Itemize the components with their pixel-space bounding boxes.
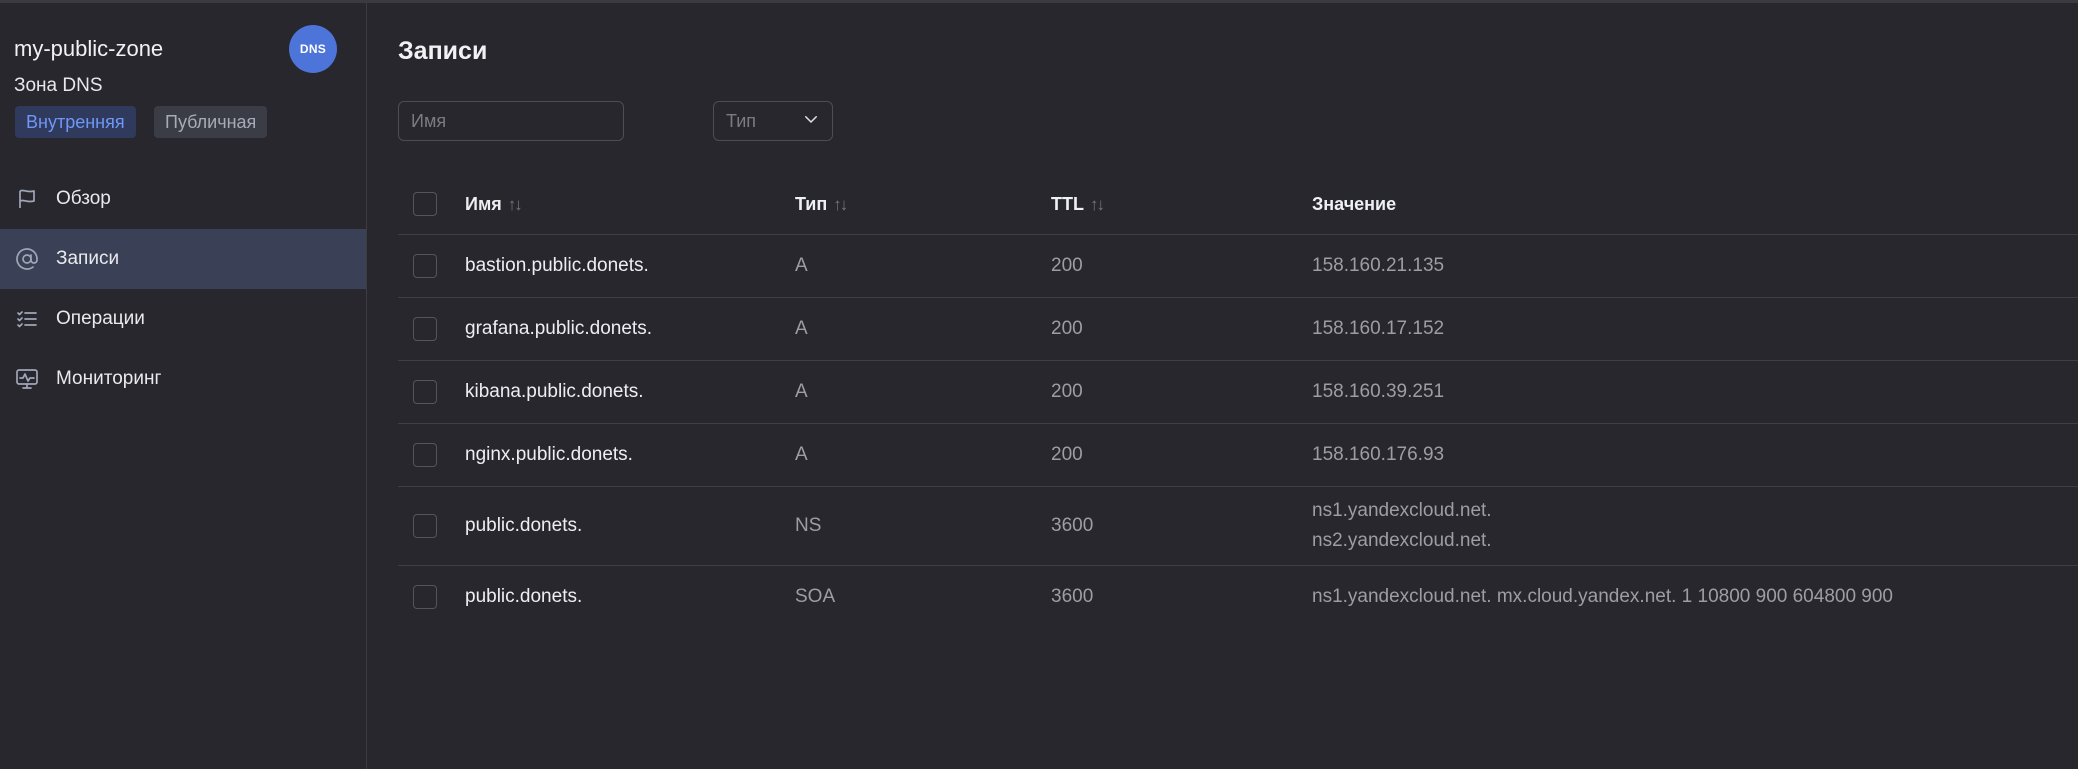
sort-icon: ↑↓ [833, 194, 848, 214]
name-filter-input[interactable] [398, 101, 624, 141]
column-header-name[interactable]: Имя ↑↓ [465, 194, 523, 215]
table-row[interactable]: nginx.public.donets. A 200 158.160.176.9… [398, 424, 2078, 487]
record-ttl: 3600 [1051, 586, 1094, 607]
sidebar-item-records[interactable]: Записи [0, 229, 366, 289]
zone-name: my-public-zone [14, 36, 164, 61]
flag-icon [14, 186, 40, 212]
checklist-icon [14, 306, 40, 332]
type-filter-select[interactable]: Тип [713, 101, 833, 141]
record-value-line: ns1.yandexcloud.net. [1312, 500, 1492, 521]
table-row[interactable]: kibana.public.donets. A 200 158.160.39.2… [398, 361, 2078, 424]
record-value: 158.160.39.251 [1312, 381, 1445, 402]
dns-badge-icon: DNS [289, 25, 337, 73]
record-name: bastion.public.donets. [465, 255, 649, 276]
sidebar-item-label: Мониторинг [56, 368, 162, 389]
record-name: grafana.public.donets. [465, 318, 652, 339]
select-all-checkbox[interactable] [413, 192, 437, 216]
record-type: A [795, 381, 808, 402]
row-checkbox[interactable] [413, 254, 437, 278]
row-checkbox[interactable] [413, 317, 437, 341]
record-value: ns1.yandexcloud.net. mx.cloud.yandex.net… [1312, 586, 1893, 607]
row-checkbox[interactable] [413, 443, 437, 467]
column-header-value: Значение [1312, 194, 1397, 214]
tag-public: Публичная [154, 106, 268, 138]
chevron-down-icon [802, 110, 820, 133]
sidebar-nav: Обзор Записи Операции Мониторинг [0, 169, 366, 409]
record-value: 158.160.17.152 [1312, 318, 1445, 339]
table-row[interactable]: grafana.public.donets. A 200 158.160.17.… [398, 298, 2078, 361]
record-type: A [795, 255, 808, 276]
table-row[interactable]: public.donets. SOA 3600 ns1.yandexcloud.… [398, 566, 2078, 628]
record-value: ns1.yandexcloud.net. ns2.yandexcloud.net… [1312, 496, 1492, 556]
record-ttl: 3600 [1051, 515, 1094, 536]
sidebar-item-operations[interactable]: Операции [0, 289, 366, 349]
record-type: NS [795, 515, 822, 536]
row-checkbox[interactable] [413, 514, 437, 538]
record-name: kibana.public.donets. [465, 381, 644, 402]
record-value: 158.160.21.135 [1312, 255, 1445, 276]
column-header-ttl[interactable]: TTL ↑↓ [1051, 194, 1105, 215]
record-ttl: 200 [1051, 255, 1083, 276]
sidebar: my-public-zone DNS Зона DNS Внутренняя П… [0, 3, 367, 769]
sidebar-item-overview[interactable]: Обзор [0, 169, 366, 229]
sidebar-item-label: Обзор [56, 188, 111, 209]
row-checkbox[interactable] [413, 380, 437, 404]
table-row[interactable]: bastion.public.donets. A 200 158.160.21.… [398, 235, 2078, 298]
record-name: public.donets. [465, 515, 583, 536]
monitor-icon [14, 366, 40, 392]
row-checkbox[interactable] [413, 585, 437, 609]
tag-internal: Внутренняя [15, 106, 136, 138]
record-name: public.donets. [465, 586, 583, 607]
zone-subtitle: Зона DNS [14, 75, 103, 96]
record-value-line: ns2.yandexcloud.net. [1312, 530, 1492, 551]
record-type: SOA [795, 586, 836, 607]
table-header: Имя ↑↓ Тип ↑↓ TTL ↑↓ Значение [398, 174, 2078, 235]
record-value: 158.160.176.93 [1312, 444, 1445, 465]
record-ttl: 200 [1051, 381, 1083, 402]
sidebar-item-label: Операции [56, 308, 145, 329]
table-row[interactable]: public.donets. NS 3600 ns1.yandexcloud.n… [398, 487, 2078, 566]
record-type: A [795, 444, 808, 465]
sidebar-item-monitoring[interactable]: Мониторинг [0, 349, 366, 409]
record-name: nginx.public.donets. [465, 444, 633, 465]
page-title: Записи [398, 37, 488, 65]
record-type: A [795, 318, 808, 339]
records-table: Имя ↑↓ Тип ↑↓ TTL ↑↓ Значение bastion.publi… [398, 174, 2078, 628]
record-ttl: 200 [1051, 318, 1083, 339]
main-content: Записи Тип Имя↑↓ Тип↑↓ TTL↑↓ Значение ba… [368, 3, 2078, 769]
sort-icon: ↑↓ [1090, 194, 1105, 214]
sidebar-item-label: Записи [56, 248, 120, 269]
record-ttl: 200 [1051, 444, 1083, 465]
at-icon [14, 246, 40, 272]
type-filter-placeholder: Тип [726, 110, 757, 131]
sort-icon: ↑↓ [507, 194, 523, 214]
column-header-type[interactable]: Тип ↑↓ [795, 194, 848, 215]
